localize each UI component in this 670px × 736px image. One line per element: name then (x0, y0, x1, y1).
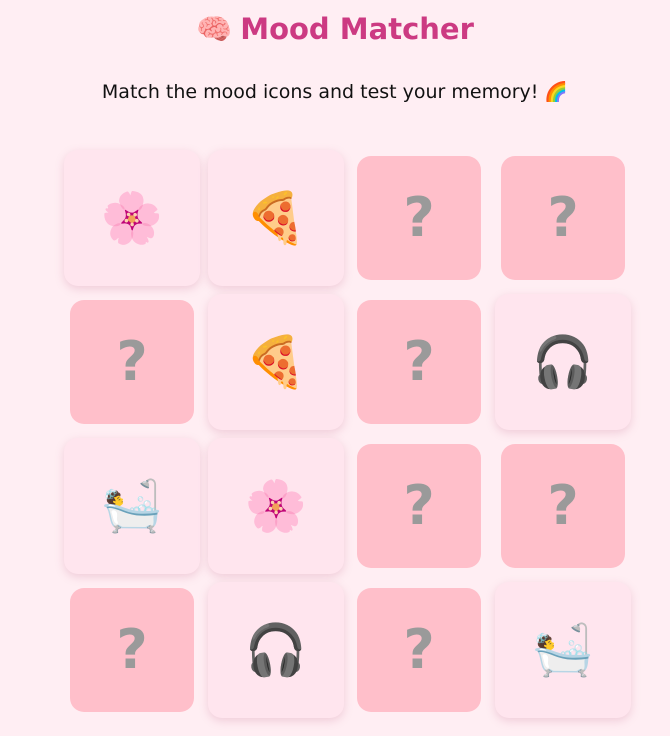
bath-icon: 🛀 (531, 621, 595, 679)
memory-card[interactable]: 🛀 (495, 582, 631, 718)
memory-card[interactable]: 🍕 (208, 294, 344, 430)
headphones-icon: 🎧 (531, 333, 595, 391)
question-icon: ? (403, 474, 435, 537)
question-icon: ? (547, 186, 579, 249)
memory-card[interactable]: ? (357, 300, 481, 424)
pizza-icon: 🍕 (244, 189, 308, 247)
memory-card[interactable]: ? (501, 444, 625, 568)
question-icon: ? (116, 330, 148, 393)
pizza-icon: 🍕 (244, 333, 308, 391)
memory-card[interactable]: 🌸 (64, 150, 200, 286)
memory-card[interactable]: 🛀 (64, 438, 200, 574)
cherry-blossom-icon: 🌸 (244, 477, 308, 535)
memory-card[interactable]: ? (357, 588, 481, 712)
memory-card[interactable]: 🌸 (208, 438, 344, 574)
question-icon: ? (547, 474, 579, 537)
memory-card[interactable]: 🎧 (495, 294, 631, 430)
bath-icon: 🛀 (100, 477, 164, 535)
question-icon: ? (403, 618, 435, 681)
memory-card[interactable]: ? (70, 588, 194, 712)
cherry-blossom-icon: 🌸 (100, 189, 164, 247)
headphones-icon: 🎧 (244, 621, 308, 679)
memory-card[interactable]: ? (357, 156, 481, 280)
memory-card[interactable]: 🎧 (208, 582, 344, 718)
memory-board: 🌸 🍕??? 🍕? 🎧 🛀 🌸??? 🎧? 🛀 (0, 0, 670, 736)
question-icon: ? (403, 330, 435, 393)
app-root: 🧠 Mood Matcher Match the mood icons and t… (0, 0, 670, 736)
memory-card[interactable]: ? (70, 300, 194, 424)
memory-card[interactable]: 🍕 (208, 150, 344, 286)
memory-card[interactable]: ? (501, 156, 625, 280)
question-icon: ? (116, 618, 148, 681)
memory-card[interactable]: ? (357, 444, 481, 568)
question-icon: ? (403, 186, 435, 249)
